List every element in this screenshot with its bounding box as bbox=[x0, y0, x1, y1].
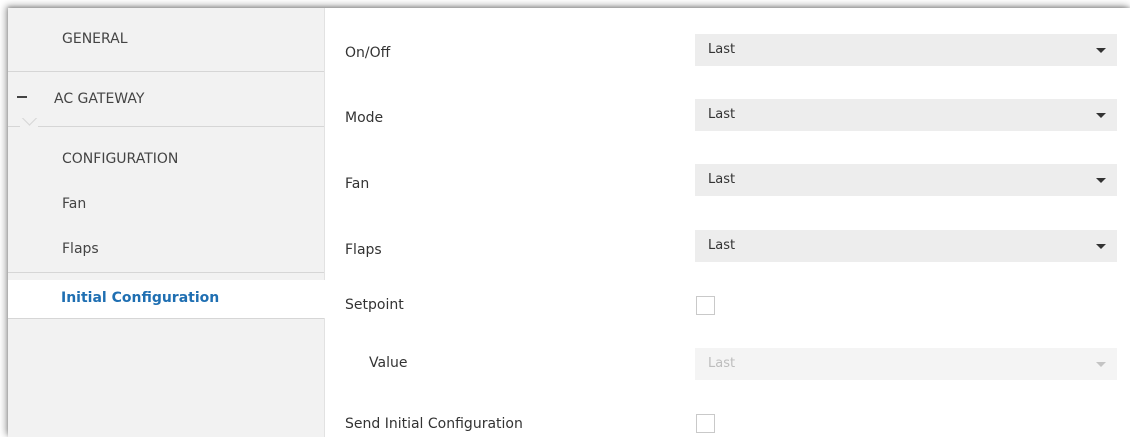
sidebar: GENERAL AC GATEWAY CONFIGURATION Fan Fla… bbox=[8, 8, 324, 437]
minus-icon[interactable] bbox=[17, 96, 27, 98]
caret-down-icon bbox=[1096, 178, 1106, 183]
sidebar-item-general[interactable]: GENERAL bbox=[8, 8, 324, 72]
value-select: Last bbox=[695, 348, 1117, 380]
on-off-label: On/Off bbox=[345, 45, 391, 61]
select-value: Last bbox=[708, 238, 736, 253]
sidebar-item-label: GENERAL bbox=[62, 31, 128, 47]
sidebar-item-label: AC GATEWAY bbox=[54, 91, 145, 107]
divider bbox=[8, 126, 20, 127]
mode-label: Mode bbox=[345, 110, 384, 126]
sidebar-item-configuration[interactable]: CONFIGURATION bbox=[8, 148, 324, 178]
flaps-label: Flaps bbox=[345, 242, 382, 258]
sidebar-item-ac-gateway[interactable]: AC GATEWAY bbox=[8, 72, 324, 126]
divider bbox=[8, 272, 324, 273]
caret-down-icon bbox=[1096, 362, 1106, 367]
sidebar-item-initial-configuration[interactable]: Initial Configuration bbox=[8, 280, 325, 318]
send-initial-configuration-checkbox[interactable] bbox=[696, 414, 715, 433]
sidebar-item-label: Initial Configuration bbox=[61, 290, 220, 306]
caret-down-icon bbox=[1096, 113, 1106, 118]
setpoint-label: Setpoint bbox=[345, 297, 404, 313]
fan-label: Fan bbox=[345, 176, 370, 192]
select-value: Last bbox=[708, 42, 736, 57]
value-label: Value bbox=[369, 355, 408, 371]
flaps-select[interactable]: Last bbox=[695, 230, 1117, 262]
sidebar-item-fan[interactable]: Fan bbox=[8, 193, 324, 223]
sidebar-item-flaps[interactable]: Flaps bbox=[8, 238, 324, 268]
select-value: Last bbox=[708, 107, 736, 122]
fan-select[interactable]: Last bbox=[695, 164, 1117, 196]
on-off-select[interactable]: Last bbox=[695, 34, 1117, 66]
send-initial-configuration-label: Send Initial Configuration bbox=[345, 416, 523, 432]
mode-select[interactable]: Last bbox=[695, 99, 1117, 131]
sidebar-item-label: Flaps bbox=[62, 241, 99, 257]
sidebar-border bbox=[324, 8, 325, 437]
sidebar-item-label: Fan bbox=[62, 196, 87, 212]
divider bbox=[38, 126, 324, 127]
caret-down-icon bbox=[1096, 48, 1106, 53]
sidebar-item-label: CONFIGURATION bbox=[62, 151, 179, 167]
select-value: Last bbox=[708, 172, 736, 187]
expand-notch-icon bbox=[20, 118, 40, 138]
setpoint-checkbox[interactable] bbox=[696, 296, 715, 315]
divider bbox=[8, 318, 324, 319]
select-value: Last bbox=[708, 356, 736, 371]
app-window: GENERAL AC GATEWAY CONFIGURATION Fan Fla… bbox=[8, 8, 1130, 437]
caret-down-icon bbox=[1096, 244, 1106, 249]
